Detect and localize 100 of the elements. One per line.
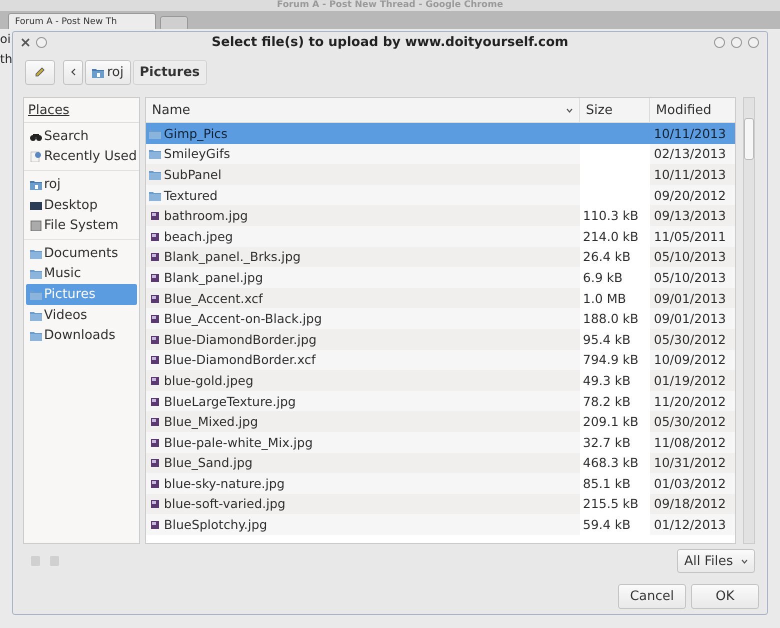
file-size: 1.0 MB — [582, 290, 626, 306]
places-heading[interactable]: Places — [28, 102, 70, 118]
file-row[interactable]: BlueLargeTexture.jpg 78.2 kB 11/20/2012 — [146, 390, 736, 412]
places-item[interactable]: File System — [26, 215, 137, 236]
dialog-button[interactable]: Cancel — [618, 584, 686, 609]
circle-button[interactable] — [36, 36, 47, 48]
maximize-button[interactable] — [731, 36, 742, 48]
file-row[interactable]: Blue-DiamondBorder.xcf 794.9 kB 10/09/2012 — [146, 350, 736, 370]
scrollbar-thumb[interactable] — [744, 118, 754, 160]
file-size: 110.3 kB — [582, 208, 638, 224]
image-file-icon — [148, 334, 161, 345]
file-row[interactable]: Blank_panel.jpg 6.9 kB 05/10/2013 — [146, 267, 736, 288]
places-item[interactable]: roj — [26, 174, 137, 195]
chevron-left-icon — [70, 68, 76, 76]
crossed-tools-icon[interactable] — [21, 38, 30, 46]
file-date: 11/05/2011 — [654, 228, 726, 244]
file-row[interactable]: Blue_Accent-on-Black.jpg 188.0 kB 09/01/2013 — [146, 308, 736, 329]
file-row[interactable]: SubPanel 10/11/2013 — [146, 164, 736, 185]
file-name: Blue_Sand.jpg — [164, 455, 253, 470]
new-tab-button[interactable] — [160, 16, 188, 29]
file-name: Gimp_Pics — [164, 126, 228, 141]
scrollbar[interactable] — [743, 97, 755, 544]
file-date: 09/13/2013 — [654, 208, 726, 224]
file-size: 26.4 kB — [582, 249, 631, 264]
file-size: 85.1 kB — [582, 476, 631, 491]
file-row[interactable]: blue-gold.jpeg 49.3 kB 01/19/2012 — [146, 370, 736, 391]
file-row[interactable]: blue-soft-varied.jpg 215.5 kB 09/18/2012 — [146, 494, 736, 514]
page-text: th — [0, 52, 12, 66]
file-date: 10/11/2013 — [654, 126, 726, 141]
file-name: BlueSplotchy.jpg — [164, 517, 268, 532]
file-date: 05/10/2013 — [654, 249, 726, 264]
file-size: 188.0 kB — [582, 311, 638, 326]
file-date: 01/19/2012 — [654, 372, 726, 388]
column-header[interactable]: Size — [580, 98, 650, 122]
file-size: 209.1 kB — [582, 414, 638, 430]
places-item[interactable]: Recently Used — [26, 146, 137, 168]
file-date: 09/18/2012 — [654, 496, 726, 512]
path-button[interactable]: Pictures — [132, 60, 207, 84]
file-row[interactable]: Blue_Sand.jpg 468.3 kB 10/31/2012 — [146, 452, 736, 474]
browser-tab[interactable]: Forum A - Post New Th — [8, 13, 156, 29]
file-row[interactable]: Blue_Accent.xcf 1.0 MB 09/01/2013 — [146, 288, 736, 308]
places-item[interactable]: Videos — [26, 304, 137, 326]
file-row[interactable]: Blank_panel._Brks.jpg 26.4 kB 05/10/2013 — [146, 246, 736, 268]
back-button[interactable] — [63, 60, 83, 84]
file-name: SmileyGifs — [164, 146, 230, 162]
column-header[interactable]: Modified — [650, 98, 736, 122]
file-date: 01/12/2013 — [654, 517, 726, 532]
file-size: 49.3 kB — [582, 372, 631, 388]
minimize-button[interactable] — [714, 36, 725, 48]
file-row[interactable]: Gimp_Pics 10/11/2013 — [146, 123, 736, 144]
column-header[interactable]: Name — [146, 102, 190, 118]
image-file-icon — [148, 436, 161, 448]
file-size: 78.2 kB — [582, 394, 631, 409]
file-name: beach.jpeg — [164, 228, 233, 244]
file-size: 59.4 kB — [582, 517, 631, 532]
path-button[interactable]: roj — [85, 60, 131, 84]
document-clock-icon — [30, 151, 42, 162]
folder-icon — [30, 268, 42, 280]
file-date: 09/01/2013 — [654, 311, 726, 326]
image-file-icon — [148, 416, 161, 428]
file-date: 09/20/2012 — [654, 188, 726, 203]
file-date: 11/08/2012 — [654, 434, 726, 450]
file-row[interactable]: bathroom.jpg 110.3 kB 09/13/2013 — [146, 205, 736, 226]
places-item[interactable]: Search — [26, 126, 137, 147]
file-row[interactable]: Textured 09/20/2012 — [146, 184, 736, 206]
drive-icon — [30, 220, 42, 232]
file-type-dropdown[interactable]: All Files — [677, 549, 755, 573]
image-file-icon — [148, 230, 161, 242]
file-row[interactable]: beach.jpeg 214.0 kB 11/05/2011 — [146, 226, 736, 247]
file-name: Blue-DiamondBorder.xcf — [164, 352, 316, 368]
image-file-icon — [148, 210, 161, 222]
home-folder-icon — [92, 66, 104, 78]
monitor-icon — [30, 200, 42, 211]
folder-icon — [148, 168, 161, 180]
file-date: 02/13/2013 — [654, 146, 726, 162]
file-row[interactable]: Blue_Mixed.jpg 209.1 kB 05/30/2012 — [146, 411, 736, 432]
file-name: blue-gold.jpeg — [164, 372, 254, 388]
places-item[interactable]: Documents — [26, 242, 137, 264]
file-name: Blue-pale-white_Mix.jpg — [164, 434, 313, 450]
file-name: Blank_panel._Brks.jpg — [164, 249, 301, 264]
dialog-button[interactable]: OK — [691, 584, 759, 609]
places-item[interactable]: Downloads — [26, 325, 137, 346]
file-name: Blue_Accent.xcf — [164, 290, 263, 306]
pencil-icon — [35, 67, 45, 77]
folder-icon — [30, 248, 42, 259]
file-date: 05/10/2013 — [654, 270, 726, 285]
file-name: Blue_Mixed.jpg — [164, 414, 258, 430]
file-row[interactable]: Blue-DiamondBorder.jpg 95.4 kB 05/30/2012 — [146, 328, 736, 350]
close-button[interactable] — [748, 36, 759, 48]
folder-icon — [30, 330, 42, 342]
file-row[interactable]: SmileyGifs 02/13/2013 — [146, 144, 736, 164]
file-row[interactable]: Blue-pale-white_Mix.jpg 32.7 kB 11/08/2012 — [146, 432, 736, 452]
places-item[interactable]: Music — [26, 264, 137, 284]
folder-icon — [30, 310, 42, 321]
file-name: SubPanel — [164, 166, 222, 182]
edit-location-button[interactable] — [25, 60, 55, 84]
places-item[interactable]: Desktop — [26, 194, 137, 216]
image-file-icon — [148, 498, 161, 510]
file-row[interactable]: BlueSplotchy.jpg 59.4 kB 01/12/2013 — [146, 514, 736, 535]
file-row[interactable]: blue-sky-nature.jpg 85.1 kB 01/03/2012 — [146, 473, 736, 494]
